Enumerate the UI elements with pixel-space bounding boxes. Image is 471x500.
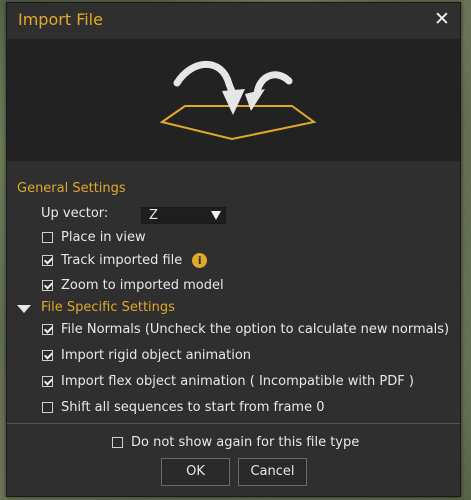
track-imported-row[interactable]: Track imported file i — [42, 253, 208, 268]
file-normals-row[interactable]: File Normals (Uncheck the option to calc… — [42, 322, 449, 337]
track-imported-checkbox[interactable] — [42, 255, 53, 266]
info-icon[interactable]: i — [192, 253, 208, 268]
flex-anim-label: Import flex object animation ( Incompati… — [61, 374, 414, 389]
rigid-anim-checkbox[interactable] — [42, 350, 53, 361]
cancel-button[interactable]: Cancel — [238, 458, 307, 486]
general-settings-heading: General Settings — [17, 181, 126, 196]
track-imported-label: Track imported file — [61, 253, 183, 268]
file-specific-heading[interactable]: File Specific Settings — [41, 300, 175, 315]
do-not-show-checkbox[interactable] — [112, 437, 123, 448]
file-normals-checkbox[interactable] — [42, 324, 53, 335]
dialog-title: Import File — [18, 10, 103, 29]
flex-anim-checkbox[interactable] — [42, 376, 53, 387]
shift-sequences-label: Shift all sequences to start from frame … — [61, 400, 325, 415]
title-bar: Import File ✕ — [7, 3, 460, 37]
shift-sequences-checkbox[interactable] — [42, 402, 53, 413]
up-vector-select[interactable]: Z — [141, 207, 226, 224]
up-vector-label: Up vector: — [41, 206, 109, 221]
place-in-view-checkbox[interactable] — [42, 232, 53, 243]
up-vector-value: Z — [149, 208, 158, 223]
place-in-view-label: Place in view — [61, 230, 146, 245]
import-banner — [7, 39, 460, 161]
rigid-anim-row[interactable]: Import rigid object animation — [42, 348, 251, 363]
zoom-to-model-label: Zoom to imported model — [61, 278, 224, 293]
collapse-triangle-icon[interactable] — [17, 305, 31, 313]
file-normals-label: File Normals (Uncheck the option to calc… — [61, 322, 450, 337]
do-not-show-label: Do not show again for this file type — [131, 435, 360, 450]
zoom-to-model-checkbox[interactable] — [42, 280, 53, 291]
do-not-show-row[interactable]: Do not show again for this file type — [112, 435, 359, 450]
close-icon[interactable]: ✕ — [432, 8, 452, 30]
place-in-view-row[interactable]: Place in view — [42, 230, 146, 245]
footer-divider — [7, 423, 460, 424]
flex-anim-row[interactable]: Import flex object animation ( Incompati… — [42, 374, 414, 389]
import-illustration — [159, 60, 317, 141]
zoom-to-model-row[interactable]: Zoom to imported model — [42, 278, 224, 293]
dropdown-arrow-icon — [211, 211, 221, 220]
import-file-dialog: Import File ✕ General Settings Up vector… — [6, 2, 461, 497]
shift-sequences-row[interactable]: Shift all sequences to start from frame … — [42, 400, 325, 415]
rigid-anim-label: Import rigid object animation — [61, 348, 252, 363]
ok-button[interactable]: OK — [161, 458, 230, 486]
